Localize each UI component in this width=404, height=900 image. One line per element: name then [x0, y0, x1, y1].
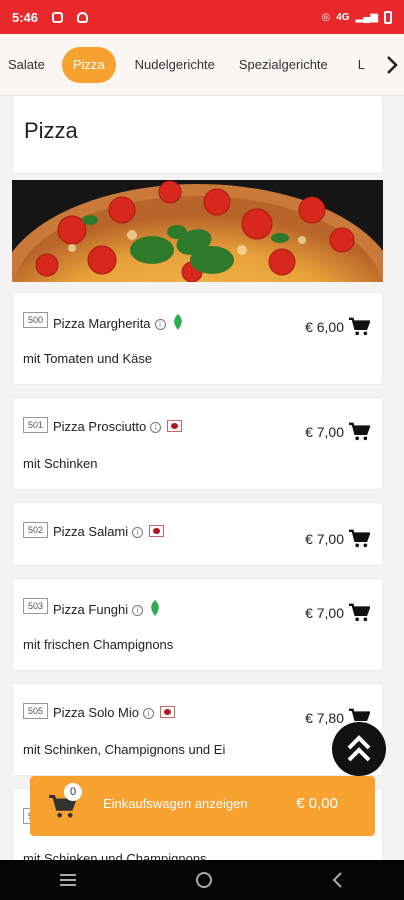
chevron-right-icon[interactable]	[380, 34, 404, 95]
status-time: 5:46	[12, 9, 39, 25]
info-icon[interactable]: i	[150, 422, 162, 434]
item-description: mit Schinken	[23, 456, 98, 471]
add-to-cart-icon[interactable]	[348, 603, 370, 623]
item-code: 503	[23, 598, 49, 614]
double-chevron-up-icon	[347, 735, 371, 762]
status-network: 4G	[336, 11, 350, 23]
pork-flag-icon	[159, 706, 175, 718]
item-price: € 7,00	[305, 424, 344, 440]
menu-item[interactable]: 505 Pizza Solo Mio i mit Schinken, Champi…	[12, 683, 383, 776]
tab-pizza[interactable]: Pizza	[61, 46, 116, 83]
notification-icon	[52, 11, 64, 23]
item-code: 501	[23, 417, 49, 433]
signal-icon: ▂▄▆	[355, 11, 378, 23]
item-description: mit frischen Champignons	[23, 637, 174, 652]
item-price: € 7,80	[305, 710, 344, 726]
tab-next-category[interactable]: L	[350, 57, 373, 72]
menu-item[interactable]: 500 Pizza Margherita i mit Tomaten und Kä…	[12, 292, 383, 385]
hotspot-icon: ◎	[321, 11, 331, 23]
item-code: 500	[23, 312, 49, 328]
vegetarian-leaf-icon	[149, 600, 161, 619]
recent-apps-icon[interactable]	[58, 872, 78, 888]
item-price: € 7,00	[305, 531, 344, 547]
item-name: Pizza Prosciutto	[53, 419, 147, 434]
back-icon[interactable]	[330, 871, 346, 889]
status-bar: 5:46 ◎ 4G ▂▄▆	[0, 0, 404, 34]
add-to-cart-icon[interactable]	[348, 422, 370, 442]
item-description: mit Tomaten und Käse	[23, 351, 153, 366]
vegetarian-leaf-icon	[172, 314, 184, 333]
pork-flag-icon	[149, 525, 165, 537]
item-name: Pizza Solo Mio	[53, 705, 139, 720]
section-title: Pizza	[24, 118, 78, 143]
tab-salate[interactable]: Salate	[0, 57, 53, 72]
item-price: € 7,00	[305, 605, 344, 621]
info-icon[interactable]: i	[154, 319, 166, 331]
notification-icon	[77, 11, 89, 23]
pizza-hero-image	[12, 180, 383, 282]
cart-count-badge: 0	[64, 783, 82, 801]
view-cart-button[interactable]: 0 Einkaufswagen anzeigen € 0,00	[30, 776, 375, 836]
add-to-cart-icon[interactable]	[348, 317, 370, 337]
view-cart-label: Einkaufswagen anzeigen	[103, 796, 248, 811]
battery-icon	[384, 10, 392, 24]
cart-total: € 0,00	[296, 795, 338, 812]
home-icon[interactable]	[194, 870, 214, 890]
item-description: mit Schinken und Champignons	[23, 851, 207, 860]
add-to-cart-icon[interactable]	[348, 529, 370, 549]
scroll-to-top-button[interactable]	[332, 722, 386, 776]
menu-item[interactable]: 502 Pizza Salami i € 7,00	[12, 502, 383, 566]
item-code: 502	[23, 522, 49, 538]
item-price: € 6,00	[305, 319, 344, 335]
section-header: Pizza	[12, 96, 383, 174]
pork-flag-icon	[167, 420, 183, 432]
item-name: Pizza Margherita	[53, 316, 151, 331]
system-navigation-bar	[0, 860, 404, 900]
tab-spezialgerichte[interactable]: Spezialgerichte	[229, 57, 350, 72]
item-code: 505	[23, 703, 49, 719]
item-name: Pizza Salami	[53, 524, 129, 539]
menu-item[interactable]: 501 Pizza Prosciutto i mit Schinken € 7,0…	[12, 397, 383, 490]
info-icon[interactable]: i	[142, 708, 154, 720]
item-description: mit Schinken, Champignons und Ei	[23, 742, 226, 757]
menu-item[interactable]: 503 Pizza Funghi i mit frischen Champigno…	[12, 578, 383, 671]
info-icon[interactable]: i	[132, 605, 144, 617]
info-icon[interactable]: i	[132, 527, 144, 539]
item-name: Pizza Funghi	[53, 602, 129, 617]
tab-nudelgerichte[interactable]: Nudelgerichte	[125, 57, 229, 72]
category-tabs: Salate Pizza Nudelgerichte Spezialgerich…	[0, 34, 404, 96]
